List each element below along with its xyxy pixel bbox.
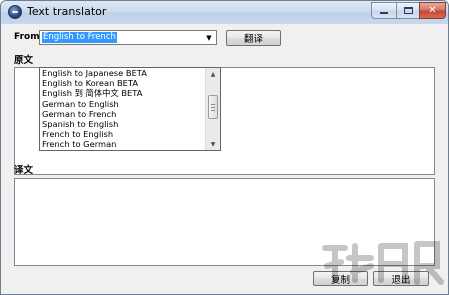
dropdown-option[interactable]: German to French bbox=[40, 109, 206, 119]
app-window: Text translator ✕ From English to French… bbox=[0, 0, 449, 295]
dropdown-options: English to Japanese BETA English to Kore… bbox=[40, 68, 206, 150]
scrollbar-thumb[interactable] bbox=[208, 95, 218, 119]
exit-button[interactable]: 退出 bbox=[373, 271, 429, 286]
minimize-button[interactable] bbox=[371, 2, 397, 19]
globe-icon bbox=[8, 5, 22, 19]
direction-selected-value: English to French bbox=[42, 32, 117, 43]
minimize-icon bbox=[380, 12, 388, 14]
grip-line bbox=[211, 110, 215, 111]
source-label: 原文 bbox=[14, 55, 34, 66]
dropdown-option[interactable]: English to Korean BETA bbox=[40, 78, 206, 88]
title-bar[interactable]: Text translator ✕ bbox=[1, 1, 448, 24]
dropdown-option[interactable]: French to German bbox=[40, 139, 206, 149]
direction-dropdown-list: English to Japanese BETA English to Kore… bbox=[39, 67, 221, 151]
dropdown-scrollbar[interactable]: ▲ ▼ bbox=[205, 68, 220, 150]
dropdown-option[interactable]: German to English bbox=[40, 99, 206, 109]
close-button[interactable]: ✕ bbox=[419, 2, 446, 19]
grip-line bbox=[211, 107, 215, 108]
dropdown-option[interactable]: English to Japanese BETA bbox=[40, 68, 206, 78]
scroll-up-icon[interactable]: ▲ bbox=[206, 68, 220, 80]
direction-select[interactable]: English to French ▼ bbox=[39, 30, 217, 45]
scroll-down-icon[interactable]: ▼ bbox=[206, 138, 220, 150]
grip-line bbox=[211, 104, 215, 105]
maximize-button[interactable] bbox=[396, 2, 420, 19]
copy-button[interactable]: 复制 bbox=[313, 271, 368, 286]
dropdown-option[interactable]: French to English bbox=[40, 129, 206, 139]
translate-button[interactable]: 翻译 bbox=[226, 30, 281, 46]
close-icon: ✕ bbox=[428, 4, 437, 16]
result-label: 译文 bbox=[14, 165, 34, 176]
dropdown-option[interactable]: English 到 简体中文 BETA bbox=[40, 88, 206, 98]
result-text-area[interactable] bbox=[14, 178, 435, 266]
dropdown-option[interactable]: Spanish to English bbox=[40, 119, 206, 129]
window-title: Text translator bbox=[27, 5, 107, 18]
client-area: From English to French ▼ 翻译 原文 译文 复制 退出 … bbox=[1, 24, 448, 294]
from-label: From bbox=[14, 32, 40, 42]
chevron-down-icon[interactable]: ▼ bbox=[202, 31, 216, 44]
maximize-icon bbox=[403, 7, 413, 14]
